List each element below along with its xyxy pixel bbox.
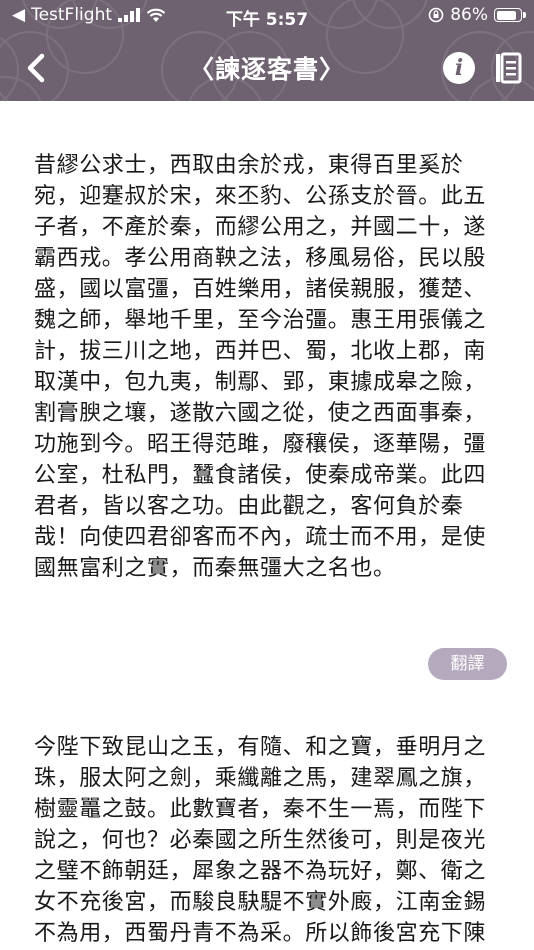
status-right: 86% <box>428 5 526 25</box>
nav-bar: 〈諫逐客書〉 i <box>0 40 534 98</box>
document-list-icon[interactable] <box>494 52 522 84</box>
status-bar: ◀ TestFlight 下午 5:57 86% <box>0 0 534 32</box>
battery-icon <box>494 8 526 22</box>
battery-percent: 86% <box>450 5 488 25</box>
article-content[interactable]: 昔繆公求士，西取由余於戎，東得百里奚於宛，迎蹇叔於宋，來丕豹、公孫支於晉。此五子… <box>0 101 534 950</box>
orientation-lock-icon <box>428 7 444 23</box>
info-icon[interactable]: i <box>443 52 475 84</box>
paragraph-1: 昔繆公求士，西取由余於戎，東得百里奚於宛，迎蹇叔於宋，來丕豹、公孫支於晉。此五子… <box>34 153 487 581</box>
battery-level <box>496 10 517 20</box>
app-header: ◀ TestFlight 下午 5:57 86% 〈諫逐客書〉 i <box>0 0 534 101</box>
translate-button[interactable]: 翻譯 <box>428 648 507 680</box>
paragraph-2: 今陛下致昆山之玉，有隨、和之寶，垂明月之珠，服太阿之劍，乘纖離之馬，建翠鳳之旗，… <box>34 735 487 946</box>
